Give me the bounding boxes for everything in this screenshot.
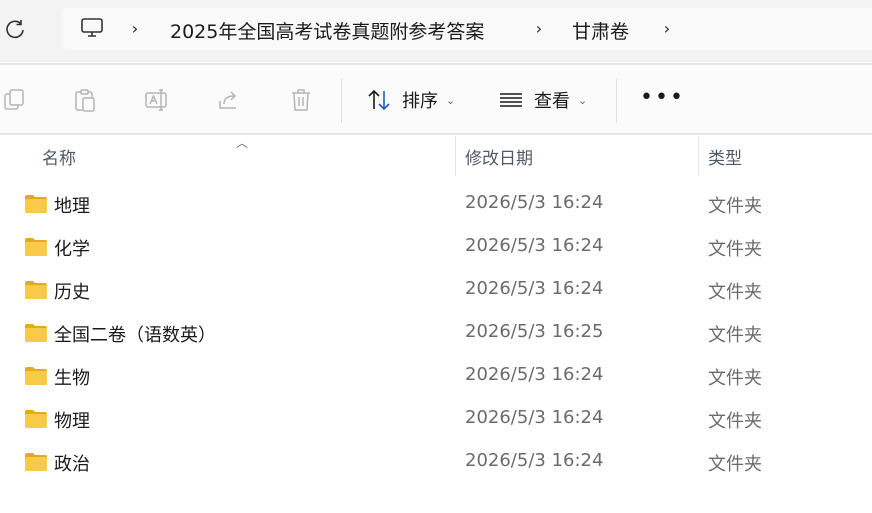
toolbar-divider <box>341 79 342 123</box>
share-icon[interactable] <box>216 87 242 113</box>
chevron-right-icon[interactable]: › <box>660 19 674 38</box>
folder-icon <box>25 281 47 299</box>
view-list-icon <box>500 93 522 107</box>
chevron-right-icon[interactable]: › <box>532 19 546 38</box>
divider <box>0 133 872 135</box>
toolbar-divider <box>616 79 617 123</box>
view-button[interactable]: 查看 ⌄ <box>498 87 587 113</box>
file-row[interactable]: 政治 2026/5/3 16:24 文件夹 <box>0 440 872 483</box>
file-row[interactable]: 物理 2026/5/3 16:24 文件夹 <box>0 397 872 440</box>
file-modified-date: 2026/5/3 16:24 <box>465 450 604 471</box>
file-type: 文件夹 <box>708 282 762 303</box>
file-name: 全国二卷（语数英） <box>54 325 216 346</box>
file-type: 文件夹 <box>708 411 762 432</box>
file-modified-date: 2026/5/3 16:24 <box>465 407 604 428</box>
chevron-down-icon: ⌄ <box>578 93 588 107</box>
file-row[interactable]: 生物 2026/5/3 16:24 文件夹 <box>0 354 872 397</box>
copy-icon[interactable] <box>2 87 28 113</box>
file-row[interactable]: 化学 2026/5/3 16:24 文件夹 <box>0 225 872 268</box>
column-header-type[interactable]: 类型 <box>708 144 742 169</box>
folder-icon <box>25 238 47 256</box>
sort-icon <box>368 89 390 111</box>
column-header-modified[interactable]: 修改日期 <box>465 144 533 169</box>
column-header-name[interactable]: 名称 <box>42 144 76 169</box>
file-name: 生物 <box>54 368 90 389</box>
file-type: 文件夹 <box>708 368 762 389</box>
more-options-button[interactable]: ••• <box>640 87 685 109</box>
file-list: 地理 2026/5/3 16:24 文件夹 化学 2026/5/3 16:24 … <box>0 182 872 483</box>
file-name: 地理 <box>54 196 90 217</box>
address-bar-row: › 2025年全国高考试卷真题附参考答案 › 甘肃卷 › <box>0 0 872 62</box>
command-bar: 排序 ⌄ 查看 ⌄ ••• <box>0 65 872 133</box>
refresh-icon <box>6 20 24 39</box>
column-resize-handle[interactable] <box>698 136 699 176</box>
folder-icon <box>25 453 47 471</box>
breadcrumb-item-current[interactable]: 甘肃卷 <box>572 17 629 44</box>
folder-icon <box>25 367 47 385</box>
sort-label: 排序 <box>402 91 438 112</box>
refresh-button[interactable] <box>0 14 30 44</box>
folder-icon <box>25 410 47 428</box>
file-name: 政治 <box>54 454 90 475</box>
chevron-down-icon: ⌄ <box>446 93 456 107</box>
rename-icon[interactable] <box>144 87 170 113</box>
paste-icon[interactable] <box>72 87 98 113</box>
file-modified-date: 2026/5/3 16:24 <box>465 364 604 385</box>
view-label: 查看 <box>534 91 570 112</box>
address-bar[interactable]: › 2025年全国高考试卷真题附参考答案 › 甘肃卷 › <box>62 8 872 50</box>
file-type: 文件夹 <box>708 454 762 475</box>
file-name: 化学 <box>54 239 90 260</box>
file-name: 物理 <box>54 411 90 432</box>
delete-icon[interactable] <box>288 87 314 113</box>
file-modified-date: 2026/5/3 16:24 <box>465 278 604 299</box>
file-type: 文件夹 <box>708 239 762 260</box>
file-row[interactable]: 地理 2026/5/3 16:24 文件夹 <box>0 182 872 225</box>
breadcrumb-item[interactable]: 2025年全国高考试卷真题附参考答案 <box>170 17 484 44</box>
this-pc-icon[interactable] <box>80 17 104 39</box>
file-modified-date: 2026/5/3 16:24 <box>465 192 604 213</box>
folder-icon <box>25 324 47 342</box>
file-name: 历史 <box>54 282 90 303</box>
file-row[interactable]: 全国二卷（语数英） 2026/5/3 16:25 文件夹 <box>0 311 872 354</box>
file-row[interactable]: 历史 2026/5/3 16:24 文件夹 <box>0 268 872 311</box>
chevron-right-icon[interactable]: › <box>128 19 142 38</box>
folder-icon <box>25 195 47 213</box>
file-modified-date: 2026/5/3 16:24 <box>465 235 604 256</box>
column-resize-handle[interactable] <box>455 136 456 176</box>
file-modified-date: 2026/5/3 16:25 <box>465 321 604 342</box>
file-type: 文件夹 <box>708 196 762 217</box>
file-type: 文件夹 <box>708 325 762 346</box>
sort-ascending-icon: ︿ <box>236 136 249 150</box>
sort-button[interactable]: 排序 ⌄ <box>366 87 455 113</box>
